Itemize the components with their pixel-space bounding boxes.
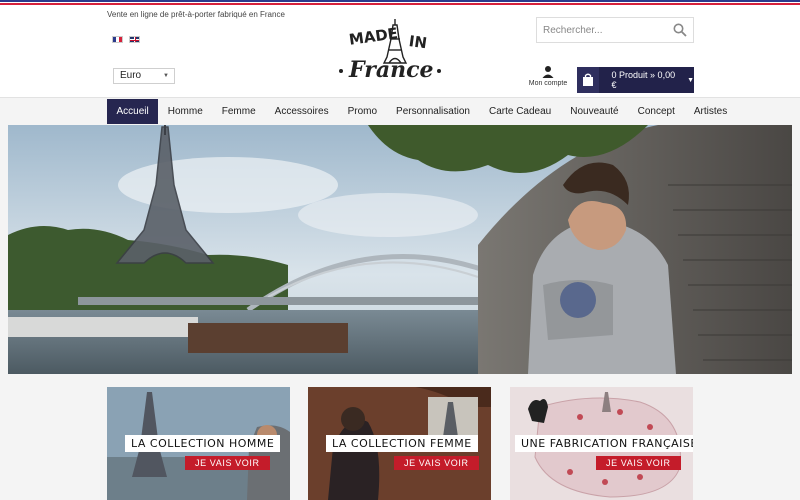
site-header: Vente en ligne de prêt-à-porter fabriqué… (0, 5, 800, 98)
nav-item-accueil[interactable]: Accueil (107, 99, 159, 124)
collection-tiles: LA COLLECTION HOMME JE VAIS VOIR LA COLL… (0, 387, 800, 500)
nav-item-personnalisation[interactable]: Personnalisation (387, 99, 480, 124)
tile-femme-cta[interactable]: JE VAIS VOIR (394, 456, 479, 470)
logo-text-in: IN (408, 32, 428, 52)
language-french-flag[interactable] (112, 36, 123, 43)
nav-item-concept[interactable]: Concept (628, 99, 684, 124)
chevron-down-icon: ▼ (687, 76, 694, 84)
main-navigation: Accueil Homme Femme Accessoires Promo Personn… (0, 98, 800, 126)
logo-text-made: MADE (348, 24, 399, 49)
nav-item-femme[interactable]: Femme (212, 99, 265, 124)
nav-item-homme[interactable]: Homme (158, 99, 212, 124)
nav-item-nouveaut-[interactable]: Nouveauté (561, 99, 628, 124)
currency-value: Euro (120, 70, 142, 81)
tile-collection-femme[interactable]: LA COLLECTION FEMME JE VAIS VOIR (308, 387, 491, 500)
tile-collection-homme[interactable]: LA COLLECTION HOMME JE VAIS VOIR (107, 387, 290, 500)
nav-item-promo[interactable]: Promo (338, 99, 386, 124)
tile-fabrication-francaise[interactable]: UNE FABRICATION FRANÇAISE ! JE VAIS VOIR (510, 387, 693, 500)
tile-fabrication-title: UNE FABRICATION FRANÇAISE ! (515, 435, 693, 452)
cart-button[interactable]: 0 Produit » 0,00 € ▼ (577, 67, 694, 93)
user-icon (542, 66, 554, 78)
search-icon[interactable] (673, 23, 687, 37)
shopping-bag-icon (577, 67, 599, 93)
site-tagline: Vente en ligne de prêt-à-porter fabriqué… (107, 10, 285, 19)
tile-homme-title: LA COLLECTION HOMME (125, 435, 281, 452)
account-label: Mon compte (528, 80, 568, 87)
account-link[interactable]: Mon compte (527, 65, 569, 87)
nav-item-accessoires[interactable]: Accessoires (265, 99, 338, 124)
nav-item-artistes[interactable]: Artistes (684, 99, 736, 124)
chevron-down-icon: ▼ (163, 73, 169, 79)
currency-select[interactable]: Euro ▼ (113, 68, 175, 84)
tile-femme-title: LA COLLECTION FEMME (326, 435, 478, 452)
language-english-flag[interactable] (129, 36, 140, 43)
tile-fabrication-cta[interactable]: JE VAIS VOIR (596, 456, 681, 470)
search-box[interactable] (536, 17, 694, 43)
hero-banner-image[interactable] (8, 125, 792, 374)
made-in-france-logo[interactable]: MADE IN France (333, 17, 447, 81)
cart-summary: 0 Produit » 0,00 € (611, 70, 676, 90)
search-input[interactable] (537, 18, 667, 42)
logo-text-france: France (348, 57, 433, 81)
nav-item-carte-cadeau[interactable]: Carte Cadeau (479, 99, 560, 124)
tile-homme-cta[interactable]: JE VAIS VOIR (185, 456, 270, 470)
